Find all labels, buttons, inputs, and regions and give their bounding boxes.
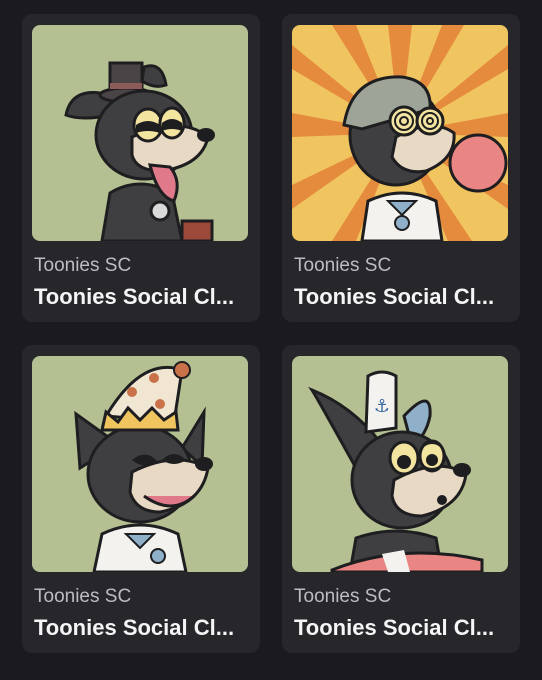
collection-name: Toonies SC [294, 586, 392, 607]
nft-title: Toonies Social Cl... [34, 284, 235, 309]
nft-title: Toonies Social Cl... [294, 615, 495, 640]
nft-card-4[interactable]: ⚓ Toonies SC Toonies Social Cl... [282, 345, 520, 653]
collection-name: Toonies SC [34, 586, 132, 607]
toonie-tophat-image [32, 25, 248, 241]
collection-name: Toonies SC [294, 255, 392, 276]
nft-image-2[interactable] [292, 25, 508, 241]
nft-card-1[interactable]: Toonies SC Toonies Social Cl... [22, 14, 260, 322]
toonie-sailor-image: ⚓ [292, 356, 508, 572]
nft-card-2[interactable]: Toonies SC Toonies Social Cl... [282, 14, 520, 322]
nft-image-3[interactable] [32, 356, 248, 572]
svg-text:⚓: ⚓ [374, 396, 390, 417]
nft-image-4[interactable]: ⚓ [292, 356, 508, 572]
toonie-bubblegum-image [292, 25, 508, 241]
nft-title: Toonies Social Cl... [34, 615, 235, 640]
nft-title: Toonies Social Cl... [294, 284, 495, 309]
toonie-party-hat-image [32, 356, 248, 572]
nft-card-3[interactable]: Toonies SC Toonies Social Cl... [22, 345, 260, 653]
collection-name: Toonies SC [34, 255, 132, 276]
nft-image-1[interactable] [32, 25, 248, 241]
